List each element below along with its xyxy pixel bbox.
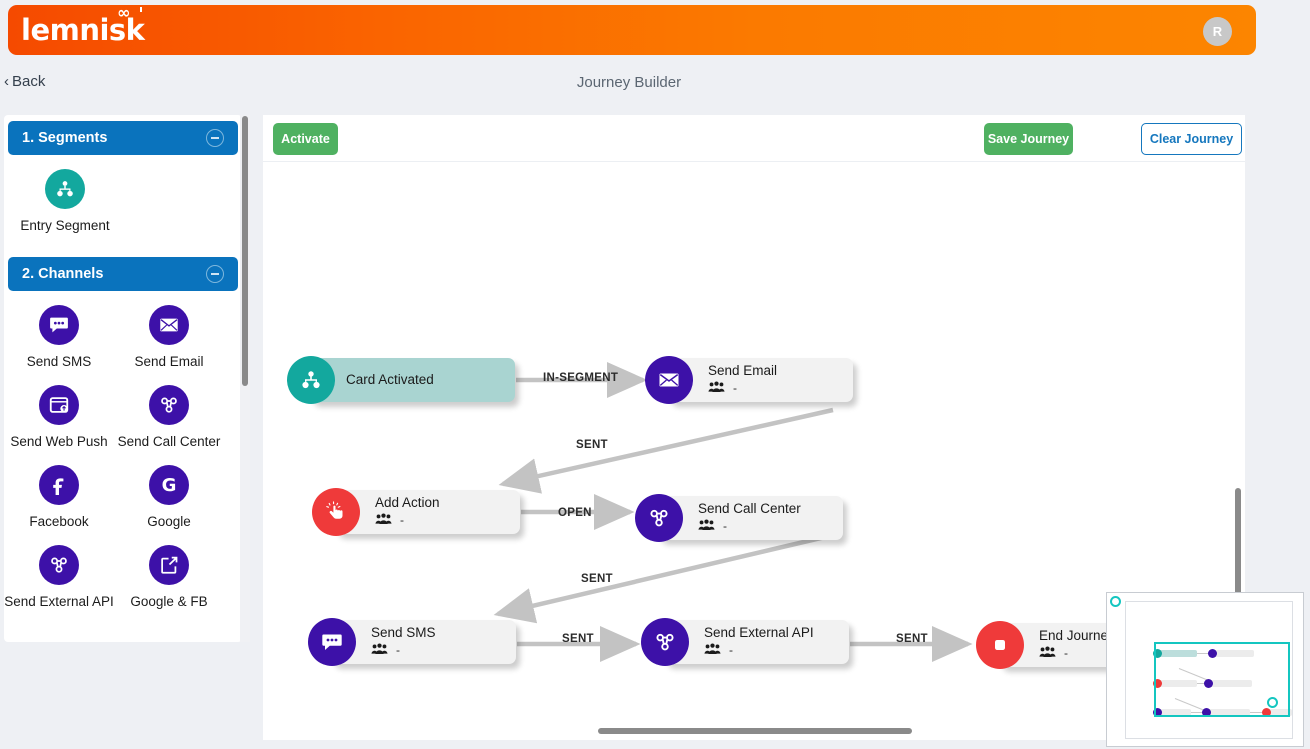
flow-node-add-action[interactable]: Add Action - [312, 488, 520, 536]
sidebar-item-google[interactable]: G Google [114, 465, 224, 529]
sidebar-item-label: Send External API [4, 594, 114, 609]
node-count: - [729, 642, 733, 657]
share-icon [149, 545, 189, 585]
app-header: lemnisk ∞ R [8, 4, 1256, 55]
google-icon: G [149, 465, 189, 505]
audience-icon [708, 381, 725, 397]
facebook-icon [39, 465, 79, 505]
activate-button[interactable]: Activate [273, 123, 338, 155]
webhook-icon [641, 618, 689, 666]
node-title: Send SMS [371, 625, 436, 641]
webhook-icon [149, 385, 189, 425]
node-title: Add Action [375, 495, 440, 511]
node-title: Send Email [708, 363, 778, 379]
flow-node-send-email[interactable]: Send Email - [645, 356, 853, 404]
sidebar-item-send-email[interactable]: Send Email [114, 305, 224, 369]
sidebar-item-label: Send SMS [26, 354, 92, 369]
audience-icon [704, 643, 721, 659]
node-count: - [733, 380, 737, 395]
sidebar-section-channels[interactable]: 2. Channels [8, 257, 238, 291]
minimap-resize-handle-bottom-right[interactable] [1267, 697, 1278, 708]
journey-minimap[interactable] [1106, 592, 1304, 747]
sidebar-channels-list: Send SMS Send Email Send Web Push Send C… [4, 291, 242, 629]
canvas-toolbar: Activate Save Journey Clear Journey [263, 115, 1245, 162]
edge-label-open: OPEN [558, 507, 592, 519]
page-title: Journey Builder [576, 74, 682, 91]
sidebar-item-label: Facebook [29, 514, 89, 529]
edge-label-in-segment: IN-SEGMENT [543, 372, 619, 384]
sidebar-item-send-web-push[interactable]: Send Web Push [4, 385, 114, 449]
email-icon [645, 356, 693, 404]
click-icon [312, 488, 360, 536]
edge-label-sent-3: SENT [562, 633, 594, 645]
email-icon [149, 305, 189, 345]
journey-canvas-panel: Activate Save Journey Clear Journey IN-S… [263, 115, 1245, 740]
webhook-icon [635, 494, 683, 542]
sms-icon [308, 618, 356, 666]
sidebar-item-label: Send Call Center [117, 434, 221, 449]
sidebar-item-label: Entry Segment [20, 218, 110, 233]
node-title: Card Activated [346, 372, 434, 388]
webhook-icon [39, 545, 79, 585]
avatar-initial: R [1212, 24, 1223, 39]
sidebar-segments-list: Entry Segment [4, 155, 242, 253]
minimap-content [1125, 601, 1293, 739]
audience-icon [1039, 646, 1056, 662]
sms-icon [39, 305, 79, 345]
edge-label-sent-1: SENT [576, 439, 608, 451]
sidebar-item-label: Send Email [134, 354, 204, 369]
edge-label-sent-4: SENT [896, 633, 928, 645]
sidebar-section-segments[interactable]: 1. Segments [8, 121, 238, 155]
audience-icon [375, 513, 392, 529]
stop-icon [976, 621, 1024, 669]
flow-node-send-sms[interactable]: Send SMS - [308, 618, 516, 666]
node-title: End Journey [1039, 628, 1115, 644]
flow-node-send-external-api[interactable]: Send External API - [641, 618, 849, 666]
segment-icon [287, 356, 335, 404]
sidebar-scrollbar-thumb[interactable] [242, 116, 248, 386]
node-title: Send External API [704, 625, 814, 641]
segment-icon [45, 169, 85, 209]
node-count: - [396, 642, 400, 657]
node-count: - [400, 512, 404, 527]
sidebar-item-entry-segment[interactable]: Entry Segment [10, 169, 120, 233]
web-push-icon [39, 385, 79, 425]
clear-journey-button[interactable]: Clear Journey [1141, 123, 1242, 155]
left-panel: 1. Segments Entry Segment 2. Channels Se… [4, 115, 242, 642]
canvas-horizontal-scrollbar-thumb[interactable] [598, 728, 912, 734]
flow-node-send-call-center[interactable]: Send Call Center - [635, 494, 843, 542]
audience-icon [371, 643, 388, 659]
avatar[interactable]: R [1203, 17, 1232, 46]
lemnisk-logo[interactable]: lemnisk ∞ [21, 4, 145, 45]
logo-dot [140, 6, 143, 12]
audience-icon [698, 519, 715, 535]
sidebar-item-label: Google & FB [130, 594, 208, 609]
minus-circle-icon[interactable] [206, 129, 224, 147]
sidebar-section-title: 1. Segments [22, 130, 108, 146]
sidebar-item-send-call-center[interactable]: Send Call Center [114, 385, 224, 449]
edge-label-sent-2: SENT [581, 573, 613, 585]
sidebar-section-title: 2. Channels [22, 266, 104, 282]
minus-circle-icon[interactable] [206, 265, 224, 283]
node-title: Send Call Center [698, 501, 801, 517]
node-count: - [723, 518, 727, 533]
node-count: - [1064, 645, 1068, 660]
sidebar-item-google-and-fb[interactable]: Google & FB [114, 545, 224, 609]
sidebar-item-facebook[interactable]: Facebook [4, 465, 114, 529]
infinity-icon: ∞ [117, 2, 131, 22]
sidebar-item-label: Send Web Push [10, 434, 108, 449]
svg-text:G: G [162, 475, 177, 496]
minimap-resize-handle-top-left[interactable] [1110, 596, 1121, 607]
sidebar-item-send-external-api[interactable]: Send External API [4, 545, 114, 609]
journey-flow-canvas[interactable]: IN-SEGMENT SENT OPEN SENT SENT SENT Card… [263, 162, 1245, 740]
save-journey-button[interactable]: Save Journey [984, 123, 1073, 155]
sidebar-item-label: Google [147, 514, 191, 529]
sidebar-item-send-sms[interactable]: Send SMS [4, 305, 114, 369]
flow-node-card-activated[interactable]: Card Activated [287, 356, 515, 404]
